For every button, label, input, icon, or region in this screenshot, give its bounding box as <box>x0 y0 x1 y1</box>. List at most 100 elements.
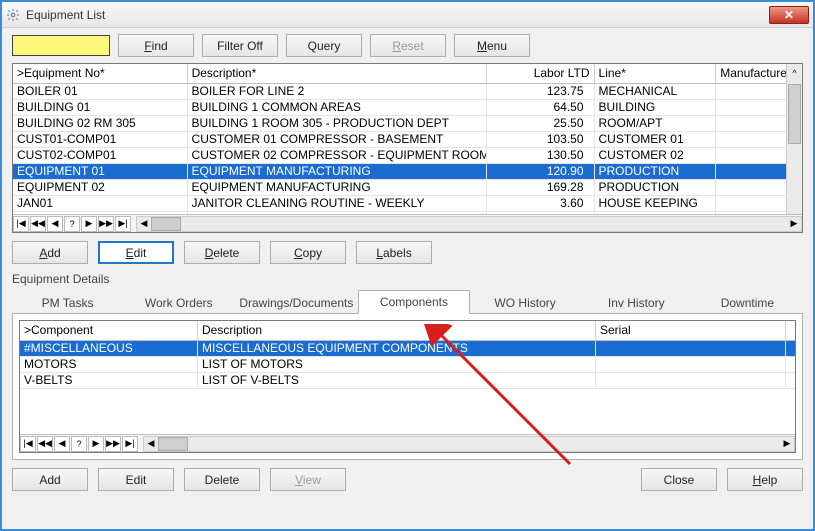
reset-button: Reset <box>370 34 446 57</box>
table-row[interactable]: EQUIPMENT 01EQUIPMENT MANUFACTURING120.9… <box>13 164 802 180</box>
horizontal-scrollbar[interactable]: ◀ ▶ <box>136 216 802 232</box>
equipment-grid: >Equipment No*Description*Labor LTDLine*… <box>12 63 803 233</box>
column-header[interactable]: Description* <box>188 64 487 83</box>
record-nav-button[interactable]: ▶ <box>81 216 97 232</box>
window-title: Equipment List <box>26 8 769 22</box>
record-nav-button[interactable]: ▶▶ <box>105 436 121 452</box>
table-cell: 25.50 <box>487 116 595 131</box>
record-nav-button[interactable]: ? <box>71 436 87 452</box>
menu-button[interactable]: Menu <box>454 34 530 57</box>
column-header[interactable]: Line* <box>595 64 717 83</box>
edit-button[interactable]: Edit <box>98 241 174 264</box>
table-cell: BOILER 01 <box>13 84 188 99</box>
column-header[interactable]: >Equipment No* <box>13 64 188 83</box>
close-icon: ✕ <box>784 8 794 22</box>
hscroll-thumb[interactable] <box>151 217 181 231</box>
table-row[interactable]: BUILDING 01BUILDING 1 COMMON AREAS64.50B… <box>13 100 802 116</box>
table-row[interactable]: BUILDING 02 RM 305BUILDING 1 ROOM 305 - … <box>13 116 802 132</box>
query-button[interactable]: Query <box>286 34 362 57</box>
table-cell <box>596 357 786 372</box>
table-cell: BUILDING 1 ROOM 305 - PRODUCTION DEPT <box>188 116 487 131</box>
record-nav-button[interactable]: ▶| <box>122 436 138 452</box>
components-horizontal-scrollbar[interactable]: ◀ ▶ <box>143 436 795 452</box>
record-nav-button[interactable]: ? <box>64 216 80 232</box>
tab-work-orders[interactable]: Work Orders <box>123 291 234 314</box>
edit-component-button[interactable]: Edit <box>98 468 174 491</box>
components-tab-panel: >ComponentDescriptionSerial #MISCELLANEO… <box>12 314 803 460</box>
record-nav-button[interactable]: ◀ <box>47 216 63 232</box>
record-nav-button[interactable]: ▶▶ <box>98 216 114 232</box>
hscroll-thumb[interactable] <box>158 437 188 451</box>
vertical-scrollbar[interactable]: ^ <box>786 64 802 214</box>
table-cell: HOUSE KEEPING <box>595 196 717 211</box>
column-header[interactable]: Labor LTD <box>487 64 595 83</box>
table-cell: CUST01-COMP01 <box>13 132 188 147</box>
delete-component-button[interactable]: Delete <box>184 468 260 491</box>
table-cell: #MISCELLANEOUS <box>20 341 198 356</box>
table-cell: JANITOR CLEANING ROUTINE - WEEKLY <box>188 196 487 211</box>
table-cell <box>596 341 786 356</box>
search-input[interactable] <box>12 35 110 56</box>
tab-drawings-documents[interactable]: Drawings/Documents <box>234 291 358 314</box>
delete-button[interactable]: Delete <box>184 241 260 264</box>
gear-icon <box>6 8 20 22</box>
table-cell: EQUIPMENT MANUFACTURING <box>188 180 487 195</box>
table-row[interactable]: JAN01JANITOR CLEANING ROUTINE - WEEKLY3.… <box>13 196 802 212</box>
table-row[interactable]: CUST02-COMP01CUSTOMER 02 COMPRESSOR - EQ… <box>13 148 802 164</box>
tab-pm-tasks[interactable]: PM Tasks <box>12 291 123 314</box>
labels-button[interactable]: Labels <box>356 241 432 264</box>
add-button[interactable]: Add <box>12 241 88 264</box>
search-toolbar: FFindind Filter Off Query Reset Menu <box>12 34 803 57</box>
table-row[interactable]: MOTORSLIST OF MOTORS <box>20 357 795 373</box>
record-nav-button[interactable]: ▶| <box>115 216 131 232</box>
copy-button[interactable]: Copy <box>270 241 346 264</box>
table-cell: 64.50 <box>487 100 595 115</box>
column-header[interactable]: >Component <box>20 321 198 340</box>
help-button[interactable]: Help <box>727 468 803 491</box>
filter-off-button[interactable]: Filter Off <box>202 34 278 57</box>
table-row[interactable]: #MISCELLANEOUSMISCELLANEOUS EQUIPMENT CO… <box>20 341 795 357</box>
table-cell: 169.28 <box>487 180 595 195</box>
titlebar: Equipment List ✕ <box>2 2 813 28</box>
table-row[interactable]: EQUIPMENT 02EQUIPMENT MANUFACTURING169.2… <box>13 180 802 196</box>
equipment-grid-body[interactable]: BOILER 01BOILER FOR LINE 2123.75MECHANIC… <box>13 84 802 214</box>
scroll-left-icon[interactable]: ◀ <box>144 437 158 451</box>
record-nav-button[interactable]: ◀ <box>54 436 70 452</box>
scroll-right-icon[interactable]: ▶ <box>780 437 794 451</box>
tab-downtime[interactable]: Downtime <box>692 291 803 314</box>
components-grid-body[interactable]: #MISCELLANEOUSMISCELLANEOUS EQUIPMENT CO… <box>20 341 795 434</box>
add-component-button[interactable]: Add <box>12 468 88 491</box>
tab-components[interactable]: Components <box>358 290 469 314</box>
table-row[interactable]: V-BELTSLIST OF V-BELTS <box>20 373 795 389</box>
table-cell: ROOM/APT <box>595 116 717 131</box>
tab-wo-history[interactable]: WO History <box>470 291 581 314</box>
scrollbar-thumb[interactable] <box>788 84 801 144</box>
find-button[interactable]: FFindind <box>118 34 194 57</box>
table-cell: 103.50 <box>487 132 595 147</box>
record-nav-button[interactable]: |◀ <box>20 436 36 452</box>
table-cell: MECHANICAL <box>595 84 717 99</box>
scroll-right-icon[interactable]: ▶ <box>787 217 801 231</box>
record-nav-button[interactable]: ▶ <box>88 436 104 452</box>
close-button[interactable]: Close <box>641 468 717 491</box>
table-cell: BUILDING 02 RM 305 <box>13 116 188 131</box>
table-row[interactable]: BOILER 01BOILER FOR LINE 2123.75MECHANIC… <box>13 84 802 100</box>
column-header[interactable]: Serial <box>596 321 786 340</box>
column-header[interactable]: Description <box>198 321 596 340</box>
table-cell: LIST OF V-BELTS <box>198 373 596 388</box>
close-window-button[interactable]: ✕ <box>769 6 809 24</box>
table-cell: CUST02-COMP01 <box>13 148 188 163</box>
content-area: FFindind Filter Off Query Reset Menu >Eq… <box>2 28 813 529</box>
table-cell: EQUIPMENT 02 <box>13 180 188 195</box>
scroll-up-icon[interactable]: ^ <box>789 66 800 80</box>
record-nav-button[interactable]: ◀◀ <box>30 216 46 232</box>
table-cell: BOILER FOR LINE 2 <box>188 84 487 99</box>
tab-inv-history[interactable]: Inv History <box>581 291 692 314</box>
record-nav-button[interactable]: ◀◀ <box>37 436 53 452</box>
record-nav-button[interactable]: |◀ <box>13 216 29 232</box>
table-cell: BUILDING 1 COMMON AREAS <box>188 100 487 115</box>
components-grid-header: >ComponentDescriptionSerial <box>20 321 795 341</box>
equipment-grid-header: >Equipment No*Description*Labor LTDLine*… <box>13 64 802 84</box>
table-row[interactable]: CUST01-COMP01CUSTOMER 01 COMPRESSOR - BA… <box>13 132 802 148</box>
scroll-left-icon[interactable]: ◀ <box>137 217 151 231</box>
